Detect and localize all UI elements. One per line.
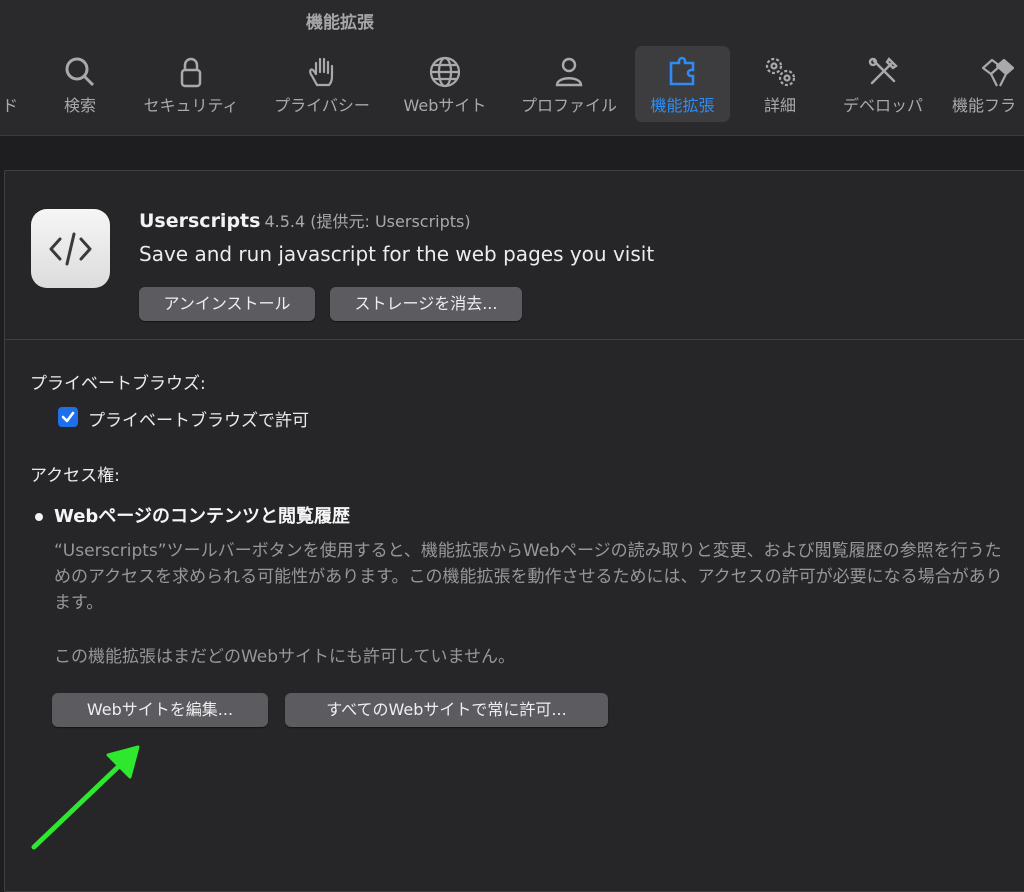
lock-icon: [173, 54, 209, 90]
tab-security[interactable]: セキュリティ: [133, 46, 249, 122]
extension-name: Userscripts: [139, 210, 261, 232]
tab-label: ド: [1, 96, 18, 115]
puzzle-icon: [665, 54, 701, 90]
extension-app-icon: [31, 209, 110, 288]
tab-downloads[interactable]: ド: [0, 46, 30, 122]
permission-status: この機能拡張はまだどのWebサイトにも許可していません。: [54, 647, 516, 667]
divider: [5, 339, 1024, 340]
tab-label: 機能拡張: [650, 96, 715, 115]
tab-profiles[interactable]: プロファイル: [510, 46, 628, 122]
extension-version: 4.5.4 (提供元: Userscripts): [264, 212, 471, 231]
tab-feature-flags[interactable]: 機能フラ: [948, 46, 1024, 122]
permission-description: “Userscripts”ツールバーボタンを使用すると、機能拡張からWebページ…: [54, 541, 1003, 613]
tab-label: プライバシー: [274, 96, 370, 115]
flags-icon: [980, 54, 1016, 90]
preferences-toolbar: 機能拡張 ド 検索 セキュリティ プライバシー Webサイト プロファイル 機能…: [0, 0, 1024, 136]
edit-websites-button[interactable]: Webサイトを編集...: [52, 693, 268, 727]
tab-developer[interactable]: デベロッパ: [832, 46, 934, 122]
bullet-icon: [35, 513, 43, 521]
extension-title: Userscripts 4.5.4 (提供元: Userscripts): [139, 208, 471, 232]
globe-icon: [427, 54, 463, 90]
gears-icon: [762, 54, 798, 90]
tab-label: 検索: [63, 96, 96, 115]
search-icon: [62, 54, 98, 90]
private-browsing-checkbox-label[interactable]: プライベートブラウズで許可: [88, 406, 309, 431]
download-icon: [0, 54, 13, 90]
tab-privacy[interactable]: プライバシー: [264, 46, 380, 122]
clear-storage-button[interactable]: ストレージを消去...: [330, 287, 522, 321]
tools-icon: [865, 54, 901, 90]
uninstall-button[interactable]: アンインストール: [139, 287, 315, 321]
private-browsing-checkbox[interactable]: [58, 407, 78, 427]
tab-label: 詳細: [763, 96, 796, 115]
private-browsing-heading: プライベートブラウズ:: [30, 374, 206, 394]
tab-extensions[interactable]: 機能拡張: [635, 46, 730, 122]
permission-title: Webページのコンテンツと閲覧履歴: [54, 506, 350, 527]
tab-label: プロファイル: [520, 96, 617, 115]
extension-description: Save and run javascript for the web page…: [139, 242, 655, 266]
hand-icon: [304, 54, 340, 90]
tab-search[interactable]: 検索: [46, 46, 114, 122]
person-icon: [551, 54, 587, 90]
tab-websites[interactable]: Webサイト: [392, 46, 498, 122]
tab-label: セキュリティ: [143, 96, 239, 115]
checkmark-icon: [61, 411, 75, 423]
access-heading: アクセス権:: [30, 466, 120, 486]
always-allow-all-websites-button[interactable]: すべてのWebサイトで常に許可...: [285, 693, 608, 727]
tab-label: 機能フラ: [952, 96, 1017, 115]
annotation-arrow-icon: [31, 745, 140, 850]
tab-advanced[interactable]: 詳細: [745, 46, 815, 122]
tab-label: Webサイト: [403, 96, 487, 115]
tab-label: デベロッパ: [842, 96, 923, 115]
code-brackets-icon: [49, 232, 92, 266]
window-title: 機能拡張: [306, 13, 374, 33]
